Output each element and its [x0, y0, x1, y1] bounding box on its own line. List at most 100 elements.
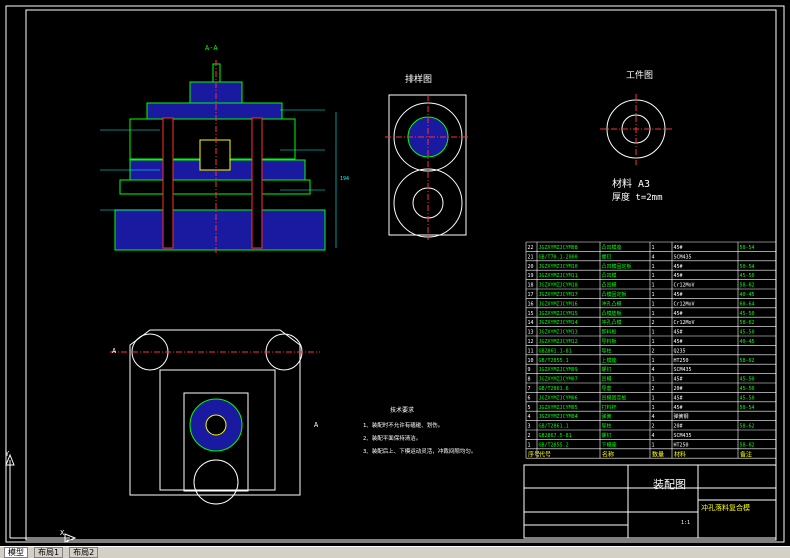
section-title: A-A — [205, 44, 218, 52]
bom-cell: 4 — [652, 367, 655, 373]
bom-cell: GB/T2855.1 — [539, 358, 569, 364]
bom-cell: 4 — [528, 414, 531, 420]
material-label: 材料 A3 — [612, 177, 650, 190]
bom-cell: 4 — [652, 433, 655, 439]
inner-frame — [25, 9, 777, 541]
bom-cell: 4 — [652, 414, 655, 420]
bom-cell: 45# — [674, 405, 683, 411]
bom-cell: JGZXYMZJCYM11 — [539, 273, 578, 279]
bom-cell: 1 — [652, 245, 655, 251]
bom-cell: 50-54 — [740, 264, 755, 270]
bom-cell: 5 — [528, 405, 531, 411]
bom-header-cell: 材料 — [674, 450, 686, 458]
bom-cell: 凸模垫板 — [602, 310, 622, 317]
bom-cell: JGZXYMZJCYM13 — [539, 330, 578, 336]
bom-cell: 16 — [528, 301, 534, 307]
bom-table: 22 JGZXYMZJCYM08 凸凹模座 1 45# 50-5421 GB/T70.1-2… — [525, 241, 777, 459]
bom-cell: SCM435 — [674, 367, 692, 373]
workpiece-view: 工件图 材料 A3 厚度 t=2mm — [600, 69, 672, 203]
bom-cell: 45-50 — [740, 386, 755, 392]
guide-post-right — [251, 117, 263, 249]
bom-cell: 45-50 — [740, 311, 755, 317]
bom-cell: GB2861.1-81 — [539, 348, 572, 354]
tab-model[interactable]: 模型 — [4, 547, 28, 558]
bom-cell: 凸凹模 — [602, 272, 617, 279]
bom-cell: 4 — [652, 254, 655, 260]
thickness-label: 厚度 t=2mm — [612, 191, 663, 203]
product-name: 冲孔落料复合模 — [701, 503, 750, 512]
bom-cell: 下模座 — [602, 441, 617, 448]
bom-cell: 1 — [652, 395, 655, 401]
bom-cell: 50-54 — [740, 405, 755, 411]
bom-cell: 2 — [652, 320, 655, 326]
cad-drawing[interactable]: A-A 194 排样图 工件图 材料 A3 厚度 t=2mm A A 技术要求 … — [0, 0, 790, 546]
bom-cell: 15 — [528, 311, 534, 317]
tech-item: 2、装配平面保持清洁。 — [363, 434, 421, 442]
bom-cell: 冲孔凸模 — [602, 300, 622, 307]
bom-cell: 45# — [674, 292, 683, 298]
bom-cell: 45# — [674, 311, 683, 317]
bom-cell: HT250 — [674, 442, 689, 448]
bom-cell: 45-50 — [740, 330, 755, 336]
bom-header-cell: 数量 — [652, 450, 664, 458]
bom-cell: 45# — [674, 245, 683, 251]
bom-cell: 45# — [674, 273, 683, 279]
bom-cell: 导柱 — [602, 423, 612, 430]
ucs-icon: Y X — [5, 450, 77, 543]
bom-cell: 1 — [652, 273, 655, 279]
guide-post-left — [162, 117, 174, 249]
bom-cell: 58-62 — [740, 358, 755, 364]
bom-cell: 45# — [674, 264, 683, 270]
drawing-name: 装配图 — [653, 478, 686, 491]
bom-cell: Cr12MoV — [674, 301, 695, 307]
bom-cell: 20# — [674, 386, 683, 392]
bom-cell: GB2867.5-81 — [539, 433, 572, 439]
bom-cell: 冲孔凸模 — [602, 319, 622, 326]
bom-cell: JGZXYMZJCYM16 — [539, 301, 578, 307]
punch-hole — [205, 414, 227, 436]
bom-cell: 12 — [528, 339, 534, 345]
bom-cell: 45# — [674, 330, 683, 336]
bom-cell: GB/T2861.6 — [539, 386, 569, 392]
drawing-viewport[interactable]: A-A 194 排样图 工件图 材料 A3 厚度 t=2mm A A 技术要求 … — [0, 0, 790, 546]
tech-title: 技术要求 — [390, 406, 414, 414]
bom-cell: 导套 — [602, 385, 612, 392]
bom-cell: Q235 — [674, 348, 686, 354]
bom-header-cell: 备注 — [740, 450, 752, 458]
bom-cell: JGZXYMZJCYM05 — [539, 405, 578, 411]
bom-cell: 导料板 — [602, 338, 617, 345]
bom-cell: 18 — [528, 283, 534, 289]
title-block: 装配图 冲孔落料复合模 1:1 — [523, 464, 777, 539]
tab-layout2[interactable]: 布局2 — [69, 547, 99, 558]
title-block-frame — [523, 464, 777, 539]
bom-cell: GB/T70.1-2000 — [539, 254, 578, 260]
bom-cell: 1 — [528, 442, 531, 448]
bom-cell: 20# — [674, 424, 683, 430]
bom-cell: 45-50 — [740, 395, 755, 401]
tab-layout1[interactable]: 布局1 — [34, 547, 64, 558]
height-dim: 194 — [340, 176, 349, 182]
bom-cell: JGZXYMZJCYM06 — [539, 395, 578, 401]
bom-cell: 1 — [652, 377, 655, 383]
bom-cell: 1 — [652, 405, 655, 411]
blank-layout-view: 排样图 — [385, 73, 470, 240]
bom-cell: 打料杆 — [602, 404, 617, 411]
second-station — [193, 459, 239, 505]
bom-cell: 2 — [652, 348, 655, 354]
lower-die-seat — [114, 209, 326, 251]
bom-cell: GB/T2861.1 — [539, 424, 569, 430]
scale-value: 1:1 — [681, 520, 690, 526]
bom-cell: 导柱 — [602, 347, 612, 354]
bom-cell: 1 — [652, 330, 655, 336]
bom-cell: 1 — [652, 358, 655, 364]
punch — [199, 139, 231, 171]
bom-cell: 22 — [528, 245, 534, 251]
bom-cell: 凹模 — [602, 376, 612, 383]
bom-cell: 螺钉 — [602, 253, 612, 260]
upper-die-seat — [146, 102, 283, 120]
bom-cell: 17 — [528, 292, 534, 298]
bom-cell: 45-50 — [740, 377, 755, 383]
bom-cell: 螺钉 — [602, 366, 612, 373]
bom-cell: 7 — [528, 386, 531, 392]
bom-cell: 40-45 — [740, 292, 755, 298]
